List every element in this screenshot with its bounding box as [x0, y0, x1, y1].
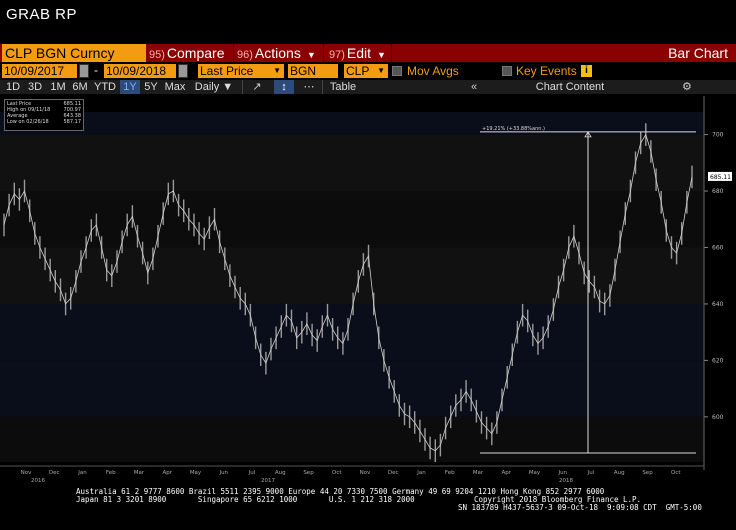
calendar-icon[interactable]: [79, 64, 89, 78]
range-max[interactable]: Max: [162, 80, 188, 94]
actions-num: 96): [237, 49, 253, 61]
source-field[interactable]: BGN: [288, 64, 338, 78]
start-date-field[interactable]: 10/09/2017: [2, 64, 77, 78]
x-tick-label: Jun: [557, 470, 567, 476]
window-title: GRAB RP: [6, 6, 78, 23]
chevron-down-icon: ▼: [306, 50, 316, 60]
info-icon[interactable]: i: [581, 65, 592, 77]
range-annotation-label: +19.21% (+33.88%ann.): [482, 126, 545, 132]
y-tick-label: 700: [712, 132, 724, 139]
chevron-down-icon: ▼: [377, 66, 385, 75]
end-date-field[interactable]: 10/09/2018: [104, 64, 176, 78]
y-tick-label: 680: [712, 188, 724, 195]
x-tick-label: Apr: [162, 470, 172, 476]
x-tick-label: Jul: [248, 470, 256, 476]
compare-num: 95): [149, 49, 165, 61]
x-tick-label: Sep: [303, 470, 314, 476]
range-1d[interactable]: 1D: [4, 80, 22, 94]
separator: [242, 80, 243, 94]
calendar-icon[interactable]: [178, 64, 188, 78]
gear-icon[interactable]: ⚙: [682, 80, 692, 94]
mov-avgs-checkbox[interactable]: [392, 66, 402, 76]
x-tick-label: Feb: [106, 470, 116, 476]
footer-session: SN 183789 H437-5637-3 09-Oct-18 9:09:08 …: [458, 503, 702, 512]
edit-num: 97): [329, 49, 345, 61]
range-ytd[interactable]: YTD: [92, 80, 118, 94]
legend-label: Low on 02/26/18: [7, 119, 49, 125]
price-field-select[interactable]: Last Price ▼: [198, 64, 284, 78]
range-6m[interactable]: 6M: [70, 80, 90, 94]
legend-value: 587.17: [63, 119, 82, 125]
legend-row: Low on 02/26/18 587.17: [7, 119, 81, 125]
footer-contacts-2: Japan 81 3 3201 8900 Singapore 65 6212 1…: [76, 495, 415, 504]
x-tick-label: Jun: [218, 470, 228, 476]
range-1y[interactable]: 1Y: [120, 80, 140, 94]
x-tick-label: Jan: [77, 470, 87, 476]
edit-button[interactable]: 97) Edit ▼: [326, 44, 392, 62]
chevron-down-icon: ▼: [377, 50, 386, 60]
chart-band: [0, 191, 704, 248]
range-1m[interactable]: 1M: [48, 80, 68, 94]
x-tick-label: Mar: [134, 470, 145, 476]
line-chart-icon[interactable]: ↗: [248, 80, 266, 94]
x-tick-label: Sep: [642, 470, 653, 476]
x-tick-label: Jan: [416, 470, 426, 476]
ticker-field[interactable]: CLP BGN Curncy: [2, 44, 146, 62]
edit-label: Edit: [346, 45, 372, 61]
x-year-label: 2016: [31, 478, 45, 484]
x-tick-label: May: [190, 470, 202, 476]
x-tick-label: Nov: [21, 470, 32, 476]
range-5y[interactable]: 5Y: [142, 80, 160, 94]
x-tick-label: Jul: [587, 470, 595, 476]
x-year-label: 2018: [559, 478, 573, 484]
x-tick-label: Dec: [49, 470, 60, 476]
compare-label: Compare: [166, 45, 225, 61]
separator: [322, 80, 323, 94]
chart-content-button[interactable]: Chart Content: [530, 80, 610, 94]
key-events-checkbox[interactable]: [502, 66, 512, 76]
actions-label: Actions: [254, 45, 301, 61]
frequency-select[interactable]: Daily ▼: [190, 80, 238, 94]
chart-band: [0, 247, 704, 304]
chart-legend: Last Price 685.11 High on 09/11/18 700.97 …: [4, 99, 84, 131]
x-tick-label: Nov: [360, 470, 371, 476]
compare-button[interactable]: 95) Compare: [146, 44, 234, 62]
x-tick-label: Dec: [388, 470, 399, 476]
currency-value: CLP: [346, 64, 370, 78]
actions-button[interactable]: 96) Actions ▼: [234, 44, 324, 62]
y-tick-label: 600: [712, 414, 724, 421]
price-field-value: Last Price: [200, 64, 254, 78]
price-chart[interactable]: 600 620 640 660 680 700 Nov Dec Jan Feb Mar Apr May J…: [0, 96, 736, 494]
range-3d[interactable]: 3D: [26, 80, 44, 94]
y-tick-label: 620: [712, 357, 724, 364]
x-tick-label: Aug: [614, 470, 625, 476]
more-tools-icon[interactable]: ⋯: [302, 80, 316, 94]
current-price-label: 685.11: [710, 174, 731, 181]
x-tick-label: Aug: [275, 470, 286, 476]
x-tick-label: Oct: [671, 470, 681, 476]
x-tick-label: Apr: [501, 470, 511, 476]
chart-band: [0, 416, 704, 462]
x-tick-label: Oct: [332, 470, 342, 476]
chevron-down-icon: ▼: [273, 66, 281, 75]
currency-select[interactable]: CLP ▼: [344, 64, 388, 78]
mov-avgs-label: Mov Avgs: [407, 64, 459, 78]
y-tick-label: 660: [712, 244, 724, 251]
collapse-icon[interactable]: «: [466, 80, 482, 94]
table-button[interactable]: Table: [326, 80, 360, 94]
crosshair-icon[interactable]: ↕: [274, 80, 294, 94]
y-tick-label: 640: [712, 301, 724, 308]
x-tick-label: May: [529, 470, 541, 476]
chart-band: [0, 303, 704, 361]
x-tick-label: Feb: [445, 470, 455, 476]
key-events-label: Key Events: [516, 64, 577, 78]
x-tick-label: Mar: [473, 470, 484, 476]
x-year-label: 2017: [261, 478, 275, 484]
chart-type-label: Bar Chart: [668, 45, 728, 61]
date-separator: -: [94, 63, 98, 77]
chart-band: [0, 360, 704, 417]
chart-band: [0, 112, 704, 135]
chart-band: [0, 134, 704, 192]
